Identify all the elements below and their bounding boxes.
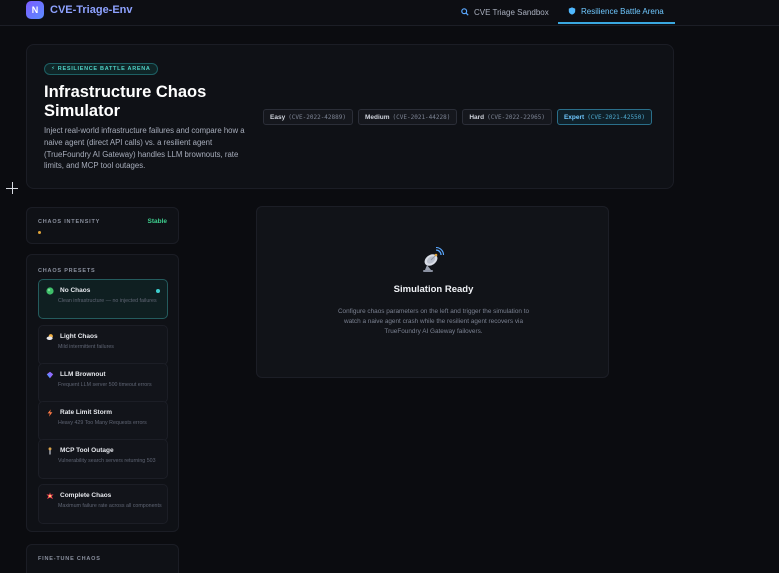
chaos-presets-panel: CHAOS PRESETS No Chaos Clean infrastruct… (26, 254, 179, 532)
difficulty-level: Easy (270, 113, 286, 121)
panel-label: FINE-TUNE CHAOS (38, 556, 101, 562)
preset-name: MCP Tool Outage (60, 447, 114, 454)
simulation-panel: Simulation Ready Configure chaos paramet… (256, 206, 609, 378)
explosion-icon (46, 492, 54, 500)
page-title: Infrastructure Chaos Simulator (44, 83, 207, 120)
preset-complete-chaos[interactable]: Complete Chaos Maximum failure rate acro… (38, 484, 168, 524)
satellite-dish-icon (423, 247, 445, 272)
section-badge: ⚡ RESILIENCE BATTLE ARENA (44, 63, 158, 75)
preset-name: No Chaos (60, 287, 91, 294)
status-badge: Stable (147, 218, 167, 225)
difficulty-medium-button[interactable]: Medium (CVE-2021-44228) (357, 109, 458, 125)
fine-tune-chaos-panel: FINE-TUNE CHAOS (26, 544, 179, 573)
preset-name: Rate Limit Storm (60, 409, 113, 416)
app-logo[interactable]: N (26, 1, 44, 19)
preset-description: Heavy 429 Too Many Requests errors (58, 420, 147, 426)
tab-cve-triage-sandbox[interactable]: CVE Triage Sandbox (461, 0, 549, 24)
panel-label: CHAOS INTENSITY (38, 219, 101, 225)
chaos-intensity-panel: CHAOS INTENSITY Stable (26, 207, 179, 244)
difficulty-level: Expert (563, 113, 585, 121)
preset-rate-limit-storm[interactable]: Rate Limit Storm Heavy 429 Too Many Requ… (38, 401, 168, 441)
crosshair-cursor-icon (6, 182, 18, 194)
preset-description: Frequent LLM server 500 timeout errors (58, 382, 152, 388)
selected-indicator (156, 289, 160, 293)
brain-icon (46, 371, 54, 379)
difficulty-cve: (CVE-2021-44228) (392, 113, 451, 121)
search-icon (461, 8, 469, 16)
difficulty-hard-button[interactable]: Hard (CVE-2022-22965) (462, 109, 552, 125)
difficulty-cve: (CVE-2021-42550) (587, 113, 645, 121)
page-description: Inject real-world infrastructure failure… (44, 126, 245, 171)
preset-description: Maximum failure rate across all componen… (58, 503, 162, 509)
preset-mcp-tool-outage[interactable]: MCP Tool Outage Vulnerability search ser… (38, 439, 168, 479)
intensity-indicator (38, 231, 41, 234)
difficulty-cve: (CVE-2022-42889) (288, 113, 346, 121)
difficulty-cve: (CVE-2022-22965) (487, 113, 545, 121)
cloud-sun-icon (46, 334, 53, 340)
preset-light-chaos[interactable]: Light Chaos Mild intermittent failures (38, 325, 168, 365)
lightning-icon (47, 409, 53, 417)
wrench-icon (48, 447, 52, 455)
green-circle-icon (46, 287, 54, 295)
difficulty-expert-button[interactable]: Expert (CVE-2021-42550) (556, 109, 652, 125)
preset-description: Clean infrastructure — no injected failu… (58, 298, 157, 304)
app-title[interactable]: CVE-Triage-Env (50, 4, 133, 16)
preset-no-chaos[interactable]: No Chaos Clean infrastructure — no injec… (38, 279, 168, 319)
panel-label: CHAOS PRESETS (38, 268, 96, 274)
tab-resilience-battle-arena[interactable]: Resilience Battle Arena (558, 0, 675, 24)
hero-card: ⚡ RESILIENCE BATTLE ARENA Infrastructure… (26, 44, 674, 189)
preset-description: Vulnerability search servers returning 5… (58, 458, 156, 464)
tab-label: CVE Triage Sandbox (474, 7, 549, 17)
preset-description: Mild intermittent failures (58, 344, 114, 350)
preset-name: Light Chaos (60, 333, 98, 340)
preset-llm-brownout[interactable]: LLM Brownout Frequent LLM server 500 tim… (38, 363, 168, 403)
difficulty-easy-button[interactable]: Easy (CVE-2022-42889) (263, 109, 353, 125)
top-nav-bar: N CVE-Triage-Env CVE Triage Sandbox Resi… (0, 0, 779, 26)
simulation-description: Configure chaos parameters on the left a… (337, 308, 530, 335)
difficulty-level: Medium (364, 113, 390, 121)
shield-icon (568, 7, 576, 15)
tab-label: Resilience Battle Arena (581, 6, 664, 16)
preset-name: LLM Brownout (60, 371, 106, 378)
preset-name: Complete Chaos (60, 492, 112, 499)
simulation-title: Simulation Ready (393, 284, 474, 295)
difficulty-selector: Easy (CVE-2022-42889) Medium (CVE-2021-4… (263, 109, 652, 125)
difficulty-level: Hard (469, 113, 485, 121)
